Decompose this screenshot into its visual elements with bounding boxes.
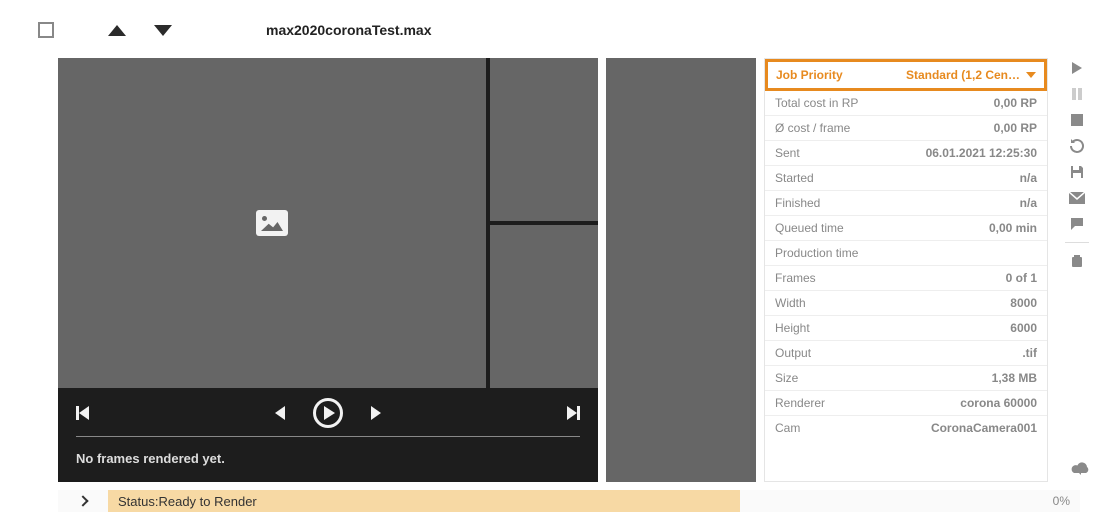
info-row: Frames 0 of 1	[765, 266, 1047, 291]
preview-main-panel	[58, 58, 486, 388]
frame-player: No frames rendered yet.	[58, 388, 598, 482]
dropdown-icon	[1026, 72, 1036, 78]
info-label: Cam	[775, 421, 800, 435]
reload-button[interactable]	[1066, 136, 1088, 156]
info-row: Production time	[765, 241, 1047, 266]
info-value: n/a	[1020, 196, 1037, 210]
preview-block: No frames rendered yet.	[58, 58, 598, 482]
info-label: Output	[775, 346, 811, 360]
secondary-panel	[606, 58, 756, 482]
info-row: Total cost in RP 0,00 RP	[765, 91, 1047, 116]
preview-side-top	[490, 58, 598, 221]
download-button[interactable]	[1070, 458, 1092, 478]
info-value: .tif	[1022, 346, 1037, 360]
info-row: Output .tif	[765, 341, 1047, 366]
image-placeholder-icon	[256, 210, 288, 236]
info-row: Started n/a	[765, 166, 1047, 191]
info-value: 6000	[1010, 321, 1037, 335]
info-label: Queued time	[775, 221, 844, 235]
preview-canvas	[58, 58, 598, 388]
info-row: Ø cost / frame 0,00 RP	[765, 116, 1047, 141]
expand-status-button[interactable]	[58, 497, 108, 505]
info-value: 8000	[1010, 296, 1037, 310]
info-label: Height	[775, 321, 810, 335]
chat-button[interactable]	[1066, 214, 1088, 234]
player-message: No frames rendered yet.	[58, 437, 598, 482]
job-priority-label: Job Priority	[776, 68, 843, 82]
job-info-table: Job Priority Standard (1,2 Cen… Total co…	[764, 58, 1048, 482]
pause-job-button	[1066, 84, 1088, 104]
info-label: Production time	[775, 246, 858, 260]
info-label: Started	[775, 171, 814, 185]
info-row: Size 1,38 MB	[765, 366, 1047, 391]
move-up-button[interactable]	[108, 25, 126, 36]
next-frame-button[interactable]	[371, 406, 381, 420]
info-row: Renderer corona 60000	[765, 391, 1047, 416]
play-button[interactable]	[313, 398, 343, 428]
play-job-button[interactable]	[1066, 58, 1088, 78]
info-row: Queued time 0,00 min	[765, 216, 1047, 241]
preview-side-bottom	[490, 225, 598, 388]
last-frame-button[interactable]	[567, 406, 580, 420]
status-text: Status: Ready to Render	[108, 490, 740, 512]
info-label: Width	[775, 296, 806, 310]
first-frame-button[interactable]	[76, 406, 89, 420]
select-checkbox[interactable]	[38, 22, 54, 38]
info-label: Total cost in RP	[775, 96, 858, 110]
info-row: Cam CoronaCamera001	[765, 416, 1047, 440]
job-priority-value: Standard (1,2 Cen…	[906, 68, 1020, 82]
info-value: 0,00 RP	[994, 121, 1037, 135]
info-label: Sent	[775, 146, 800, 160]
info-row: Width 8000	[765, 291, 1047, 316]
info-label: Size	[775, 371, 798, 385]
info-row: Height 6000	[765, 316, 1047, 341]
info-value: 0 of 1	[1006, 271, 1037, 285]
info-label: Ø cost / frame	[775, 121, 850, 135]
info-label: Renderer	[775, 396, 825, 410]
job-toolbar	[1062, 58, 1092, 271]
info-value: 0,00 RP	[994, 96, 1037, 110]
job-filename: max2020coronaTest.max	[266, 22, 432, 38]
stop-job-button[interactable]	[1066, 110, 1088, 130]
mail-button[interactable]	[1066, 188, 1088, 208]
delete-button[interactable]	[1066, 251, 1088, 271]
save-button[interactable]	[1066, 162, 1088, 182]
info-row: Finished n/a	[765, 191, 1047, 216]
job-priority-row[interactable]: Job Priority Standard (1,2 Cen…	[765, 59, 1047, 91]
info-row: Sent 06.01.2021 12:25:30	[765, 141, 1047, 166]
info-label: Finished	[775, 196, 820, 210]
prev-frame-button[interactable]	[275, 406, 285, 420]
info-value: n/a	[1020, 171, 1037, 185]
info-label: Frames	[775, 271, 816, 285]
info-value: CoronaCamera001	[931, 421, 1037, 435]
move-down-button[interactable]	[154, 25, 172, 36]
info-value: 1,38 MB	[992, 371, 1037, 385]
status-bar: Status: Ready to Render 0%	[58, 490, 1080, 512]
status-progress: 0%	[1053, 494, 1080, 508]
info-value: 06.01.2021 12:25:30	[926, 146, 1037, 160]
info-value: 0,00 min	[989, 221, 1037, 235]
info-value: corona 60000	[960, 396, 1037, 410]
